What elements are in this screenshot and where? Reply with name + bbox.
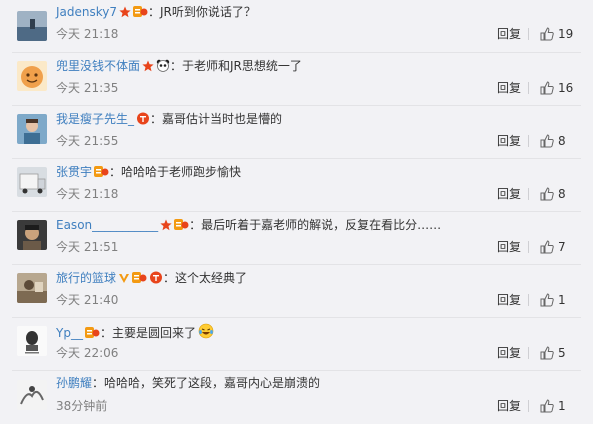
avatar[interactable] — [17, 220, 47, 250]
avatar[interactable] — [17, 326, 47, 356]
like-button[interactable]: 16 — [540, 81, 573, 95]
thumbs-up-icon — [540, 81, 554, 95]
comment-time: 今天 21:55 — [56, 134, 119, 148]
like-count: 19 — [558, 27, 574, 41]
member-badge-icon[interactable] — [174, 218, 189, 235]
reply-button[interactable]: 回复 — [497, 27, 521, 41]
thumbs-up-icon — [540, 240, 554, 254]
laugh-cry-emoji-icon — [198, 323, 214, 343]
reply-button[interactable]: 回复 — [497, 346, 521, 360]
member-badge-icon[interactable] — [133, 5, 148, 22]
member-badge-icon[interactable] — [84, 326, 100, 343]
comment-time: 今天 22:06 — [56, 346, 119, 360]
comment-time: 今天 21:18 — [56, 27, 119, 41]
comment-time: 今天 21:51 — [56, 240, 119, 254]
member-badge-icon[interactable] — [94, 165, 109, 182]
comment-text: ：最后听着于嘉老师的解说，反复在看比分…… — [189, 218, 442, 232]
comment-text: ：这个太经典了 — [163, 271, 248, 285]
like-button[interactable]: 8 — [540, 187, 566, 201]
reply-button[interactable]: 回复 — [497, 240, 521, 254]
reply-button[interactable]: 回复 — [497, 293, 521, 307]
thumbs-up-icon — [540, 187, 554, 201]
like-button[interactable]: 7 — [540, 240, 566, 254]
comment-row: 旅行的篮球 ：这个太经典了 今天 21:40 回复 1 — [0, 265, 593, 318]
comment-time: 38分钟前 — [56, 399, 108, 413]
vip-star-icon[interactable] — [142, 60, 154, 76]
comment-row: Yp__ ：主要是圆回来了 今天 22:06 回复 5 — [0, 318, 593, 371]
panda-badge-icon[interactable] — [156, 59, 170, 76]
comment-text: ：JR听到你说话了？ — [148, 5, 256, 19]
divider — [528, 82, 529, 94]
reply-button[interactable]: 回复 — [497, 187, 521, 201]
thumbs-up-icon — [540, 346, 554, 360]
divider — [528, 400, 529, 412]
comment-row: 孙鹏耀：哈哈哈，笑死了这段，嘉哥内心是崩溃的 38分钟前 回复 1 — [0, 371, 593, 424]
comment-text: ：主要是圆回来了 — [99, 326, 196, 340]
username-link[interactable]: Yp__ — [56, 326, 83, 340]
username-link[interactable]: Jadensky7 — [56, 5, 117, 19]
comment-text: ：于老师和JR思想统一了 — [170, 59, 302, 73]
avatar[interactable] — [17, 167, 47, 197]
vip-star-icon[interactable] — [160, 219, 172, 235]
username-link[interactable]: 孙鹏耀 — [56, 376, 92, 390]
like-button[interactable]: 5 — [540, 346, 566, 360]
username-link[interactable]: 旅行的篮球 — [56, 271, 116, 285]
reply-button[interactable]: 回复 — [497, 399, 521, 413]
comment-time: 今天 21:35 — [56, 81, 119, 95]
comment-time: 今天 21:40 — [56, 293, 119, 307]
comment-row: 我是瘦子先生_ ：嘉哥估计当时也是懵的 今天 21:55 回复 8 — [0, 106, 593, 159]
like-button[interactable]: 1 — [540, 293, 566, 307]
thumbs-up-icon — [540, 399, 554, 413]
vip-star-icon[interactable] — [119, 6, 131, 22]
avatar[interactable] — [17, 380, 47, 410]
like-count: 16 — [558, 81, 574, 95]
reply-button[interactable]: 回复 — [497, 134, 521, 148]
like-count: 5 — [558, 346, 566, 360]
member-badge-icon[interactable] — [132, 271, 147, 288]
avatar[interactable] — [17, 273, 47, 303]
avatar[interactable] — [17, 114, 47, 144]
comment-row: Eason___________ ：最后听着于嘉老师的解说，反复在看比分…… 今天… — [0, 212, 593, 265]
divider — [528, 241, 529, 253]
like-count: 1 — [558, 293, 566, 307]
username-link[interactable]: Eason___________ — [56, 218, 158, 232]
thumbs-up-icon — [540, 293, 554, 307]
avatar[interactable] — [17, 61, 47, 91]
like-button[interactable]: 1 — [540, 399, 566, 413]
divider — [528, 28, 529, 40]
reply-button[interactable]: 回复 — [497, 81, 521, 95]
comment-row: 张贯宇 ：哈哈哈于老师跑步愉快 今天 21:18 回复 8 — [0, 159, 593, 212]
thumbs-up-icon — [540, 134, 554, 148]
avatar[interactable] — [17, 11, 47, 41]
username-link[interactable]: 张贯宇 — [56, 165, 92, 179]
comment-time: 今天 21:18 — [56, 187, 119, 201]
username-link[interactable]: 兜里没钱不体面 — [56, 59, 140, 73]
username-link[interactable]: 我是瘦子先生_ — [56, 112, 134, 126]
like-count: 7 — [558, 240, 566, 254]
red-badge-icon[interactable] — [136, 112, 150, 129]
comment-text: ：哈哈哈，笑死了这段，嘉哥内心是崩溃的 — [92, 376, 321, 390]
like-button[interactable]: 19 — [540, 27, 573, 41]
like-count: 8 — [558, 187, 566, 201]
red-badge-icon[interactable] — [149, 271, 163, 288]
comment-text: ：嘉哥估计当时也是懵的 — [150, 112, 283, 126]
comment-row: 兜里没钱不体面 ：于老师和JR思想统一了 今天 21:35 回复 16 — [0, 53, 593, 106]
verified-v-icon[interactable] — [118, 272, 130, 288]
like-button[interactable]: 8 — [540, 134, 566, 148]
divider — [528, 294, 529, 306]
divider — [528, 347, 529, 359]
divider — [528, 188, 529, 200]
thumbs-up-icon — [540, 27, 554, 41]
comment-text: ：哈哈哈于老师跑步愉快 — [109, 165, 242, 179]
like-count: 8 — [558, 134, 566, 148]
like-count: 1 — [558, 399, 566, 413]
divider — [528, 135, 529, 147]
comment-row: Jadensky7 ：JR听到你说话了？ 今天 21:18 回复 19 — [0, 0, 593, 53]
